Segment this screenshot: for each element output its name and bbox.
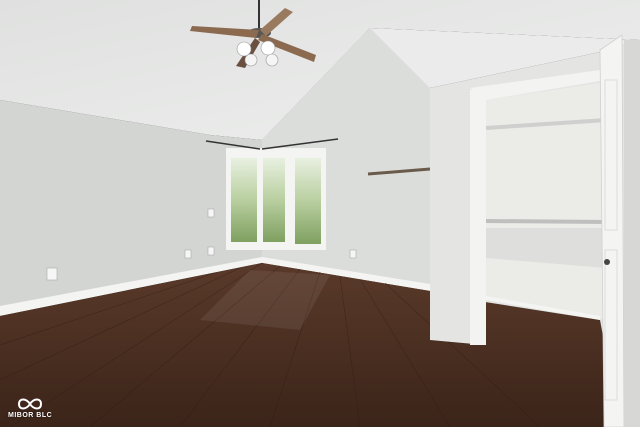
door-knob [604,259,610,265]
walk-in-closet [485,82,607,320]
watermark-text: MIBOR BLC [8,412,53,419]
closet-door [599,34,640,427]
watermark: MIBOR BLC [8,397,52,419]
room-photo: MIBOR BLC [0,0,640,427]
room-illustration [0,0,640,427]
infinity-icon [18,398,43,410]
